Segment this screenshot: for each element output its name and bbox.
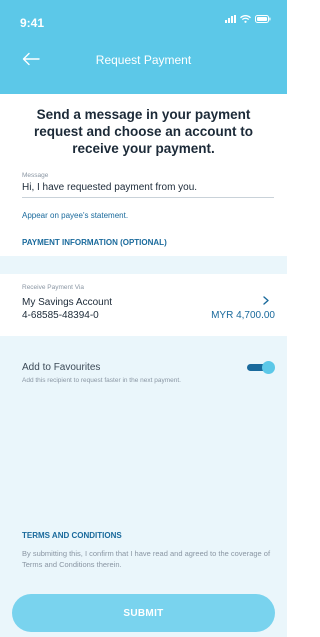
app-header: 9:41 Request Payment: [0, 0, 287, 94]
toggle-knob: [262, 361, 275, 374]
favourites-title: Add to Favourites: [22, 362, 101, 373]
submit-button[interactable]: SUBMIT: [12, 594, 275, 632]
favourites-subtitle: Add this recipient to request faster in …: [22, 377, 181, 384]
terms-title[interactable]: TERMS AND CONDITIONS: [22, 531, 122, 540]
main-content: Send a message in your payment request a…: [0, 94, 287, 637]
account-name: My Savings Account: [22, 297, 113, 308]
message-input[interactable]: Hi, I have requested payment from you.: [22, 182, 274, 198]
request-payment-screen: 9:41 Request Payment Send a message in y…: [0, 0, 287, 637]
favourites-toggle[interactable]: [245, 361, 275, 374]
terms-text: By submitting this, I confirm that I hav…: [22, 549, 271, 569]
account-balance: MYR 4,700.00: [211, 310, 275, 321]
account-number: 4-68585-48394-0: [22, 310, 99, 321]
page-title: Request Payment: [95, 53, 192, 67]
status-time: 9:41: [20, 16, 45, 30]
wifi-icon: [240, 15, 251, 23]
message-label: Message: [22, 172, 49, 179]
intro-text: Send a message in your payment request a…: [33, 107, 254, 156]
signal-icon: [225, 15, 236, 23]
statement-hint-link[interactable]: Appear on payee's statement.: [22, 211, 128, 220]
message-card: Send a message in your payment request a…: [0, 94, 287, 256]
receive-account-card[interactable]: Receive Payment Via My Savings Account 4…: [0, 274, 287, 336]
chevron-right-icon[interactable]: [263, 292, 269, 305]
status-icons: [225, 15, 271, 23]
payment-information-link[interactable]: PAYMENT INFORMATION (OPTIONAL): [22, 238, 167, 247]
battery-icon: [255, 15, 271, 23]
receive-via-label: Receive Payment Via: [22, 284, 85, 291]
